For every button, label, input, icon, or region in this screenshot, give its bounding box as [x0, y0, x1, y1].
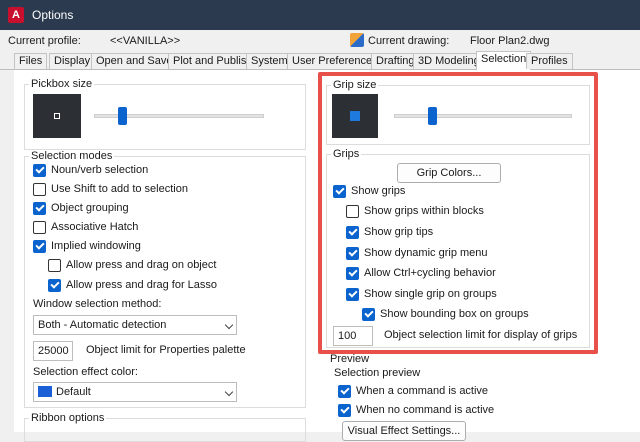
- current-drawing-value: Floor Plan2.dwg: [470, 35, 550, 47]
- grip-colors-button[interactable]: Grip Colors...: [397, 163, 501, 183]
- selection-preview-label: Selection preview: [334, 367, 421, 379]
- grip-slider-track[interactable]: [394, 114, 572, 118]
- tab-plot-and-publish[interactable]: Plot and Publish: [168, 53, 258, 69]
- grip-slider-thumb[interactable]: [428, 107, 437, 125]
- window-method-label: Window selection method:: [33, 298, 162, 310]
- checkbox-box: [33, 239, 46, 253]
- window-title: Options: [32, 8, 74, 22]
- ribbon-options-title: Ribbon options: [31, 412, 105, 424]
- checkbox-box: [338, 384, 351, 398]
- tab-user-preferences[interactable]: User Preferences: [287, 53, 383, 69]
- show-bounding-box-checkbox[interactable]: Show bounding box on groups: [362, 306, 529, 322]
- profile-bar: Current profile: <<VANILLA>> Current dra…: [0, 30, 640, 52]
- checkbox-box: [33, 201, 46, 215]
- object-grouping-checkbox[interactable]: Object grouping: [33, 200, 129, 216]
- tab-3d-modeling[interactable]: 3D Modeling: [413, 53, 485, 69]
- checkbox-box: [362, 307, 375, 321]
- chevron-down-icon: [224, 320, 234, 330]
- press-drag-lasso-checkbox[interactable]: Allow press and drag for Lasso: [48, 277, 217, 293]
- checkbox-box: [333, 184, 346, 198]
- color-swatch-icon: [38, 386, 52, 397]
- effect-color-dropdown[interactable]: Default: [33, 382, 237, 402]
- checkbox-box: [33, 182, 46, 196]
- pickbox-preview: [33, 94, 81, 138]
- tab-system[interactable]: System: [246, 53, 293, 69]
- noun-verb-checkbox[interactable]: Noun/verb selection: [33, 162, 148, 178]
- current-drawing-label: Current drawing:: [368, 35, 450, 47]
- tab-files[interactable]: Files: [14, 53, 48, 69]
- tab-profiles[interactable]: Profiles: [526, 53, 573, 69]
- title-bar: A Options: [0, 0, 640, 30]
- checkbox-box: [346, 204, 359, 218]
- implied-windowing-checkbox[interactable]: Implied windowing: [33, 238, 141, 254]
- ribbon-options-group: Ribbon options: [24, 412, 306, 442]
- tab-bar: Files Display Open and Save Plot and Pub…: [0, 51, 640, 70]
- grip-size-title: Grip size: [333, 79, 377, 91]
- grip-preview: [332, 94, 378, 138]
- show-grip-tips-checkbox[interactable]: Show grip tips: [346, 224, 433, 240]
- app-logo-icon: A: [8, 7, 24, 23]
- selection-modes-title: Selection modes: [31, 150, 113, 162]
- show-grips-checkbox[interactable]: Show grips: [333, 183, 405, 199]
- grip-square-icon: [350, 111, 360, 121]
- checkbox-box: [33, 220, 46, 234]
- visual-effect-settings-button[interactable]: Visual Effect Settings...: [342, 421, 466, 441]
- checkbox-box: [48, 258, 61, 272]
- tab-open-and-save[interactable]: Open and Save: [91, 53, 178, 69]
- no-command-active-checkbox[interactable]: When no command is active: [338, 402, 494, 418]
- checkbox-box: [346, 246, 359, 260]
- allow-ctrl-cycling-checkbox[interactable]: Allow Ctrl+cycling behavior: [346, 265, 496, 281]
- show-grips-within-blocks-checkbox[interactable]: Show grips within blocks: [346, 203, 484, 219]
- pickbox-slider-thumb[interactable]: [118, 107, 127, 125]
- show-single-grip-checkbox[interactable]: Show single grip on groups: [346, 286, 497, 302]
- window-method-dropdown[interactable]: Both - Automatic detection: [33, 315, 237, 335]
- drawing-file-icon: [350, 33, 364, 47]
- press-drag-object-checkbox[interactable]: Allow press and drag on object: [48, 257, 216, 273]
- show-dynamic-grip-menu-checkbox[interactable]: Show dynamic grip menu: [346, 245, 488, 261]
- current-profile-label: Current profile:: [8, 35, 81, 47]
- checkbox-box: [346, 287, 359, 301]
- checkbox-box: [33, 163, 46, 177]
- grip-limit-input[interactable]: 100: [333, 326, 373, 346]
- checkbox-box: [338, 403, 351, 417]
- object-limit-input[interactable]: 25000: [33, 341, 73, 361]
- current-profile-value: <<VANILLA>>: [110, 35, 181, 47]
- checkbox-box: [346, 266, 359, 280]
- checkbox-box: [48, 278, 61, 292]
- grip-limit-label: Object selection limit for display of gr…: [384, 329, 578, 341]
- associative-hatch-checkbox[interactable]: Associative Hatch: [33, 219, 138, 235]
- grips-title: Grips: [333, 148, 360, 160]
- effect-color-label: Selection effect color:: [33, 366, 138, 378]
- chevron-down-icon: [224, 387, 234, 397]
- use-shift-checkbox[interactable]: Use Shift to add to selection: [33, 181, 188, 197]
- checkbox-box: [346, 225, 359, 239]
- object-limit-label: Object limit for Properties palette: [86, 344, 246, 356]
- preview-title: Preview: [330, 353, 370, 365]
- pickbox-size-title: Pickbox size: [31, 78, 93, 90]
- tab-selection[interactable]: Selection: [476, 51, 532, 70]
- pickbox-square-icon: [54, 113, 60, 119]
- tab-display[interactable]: Display: [49, 53, 96, 69]
- command-active-checkbox[interactable]: When a command is active: [338, 383, 488, 399]
